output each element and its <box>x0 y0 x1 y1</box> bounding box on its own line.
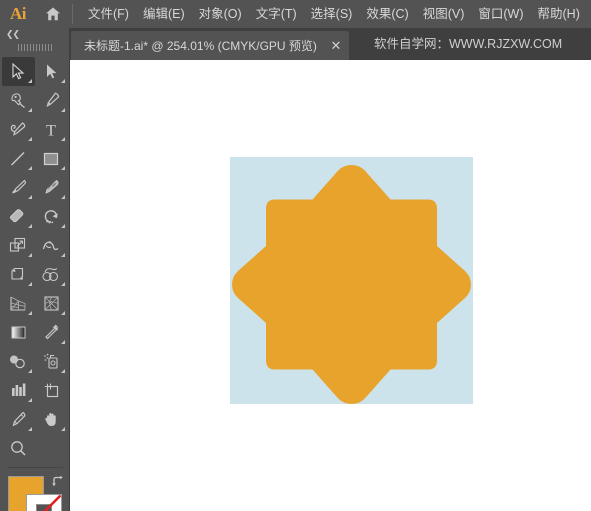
menu-effect[interactable]: 效果(C) <box>359 0 415 28</box>
gradient-tool[interactable] <box>2 318 35 347</box>
mesh-tool[interactable] <box>35 289 68 318</box>
home-icon[interactable] <box>36 0 70 28</box>
zoom-tool[interactable] <box>2 434 35 463</box>
paintbrush-tool[interactable] <box>2 173 35 202</box>
type-tool[interactable]: T <box>35 115 68 144</box>
symbol-sprayer-tool[interactable] <box>35 347 68 376</box>
tool-flyout-indicator <box>60 195 65 199</box>
tool-flyout-indicator <box>60 253 65 257</box>
tools-grid: T <box>0 57 69 463</box>
direct-selection-tool[interactable] <box>35 57 68 86</box>
tool-flyout-indicator <box>27 369 32 373</box>
menu-separator <box>72 4 73 24</box>
menu-window[interactable]: 窗口(W) <box>471 0 530 28</box>
tool-flyout-indicator <box>60 108 65 112</box>
menu-select[interactable]: 选择(S) <box>304 0 360 28</box>
tool-flyout-indicator <box>27 137 32 141</box>
menu-edit[interactable]: 编辑(E) <box>136 0 192 28</box>
menu-file[interactable]: 文件(F) <box>81 0 136 28</box>
tool-flyout-indicator <box>60 166 65 170</box>
tool-flyout-indicator <box>27 224 32 228</box>
menu-type[interactable]: 文字(T) <box>249 0 304 28</box>
line-segment-tool[interactable] <box>2 144 35 173</box>
document-tab-label: 未标题-1.ai* @ 254.01% (CMYK/GPU 预览) <box>84 39 317 53</box>
tool-flyout-indicator <box>60 369 65 373</box>
document-tab-bar: 未标题-1.ai* @ 254.01% (CMYK/GPU 预览) ✕ 软件自学… <box>0 28 591 60</box>
tools-panel: ❮❮ T <box>0 28 70 511</box>
tool-flyout-indicator <box>27 166 32 170</box>
tool-flyout-indicator <box>27 427 32 431</box>
stroke-color-swatch[interactable] <box>26 494 62 511</box>
fill-stroke-controls <box>0 472 70 511</box>
no-stroke-indicator <box>26 494 62 511</box>
pen-tool[interactable] <box>35 86 68 115</box>
menu-object[interactable]: 对象(O) <box>192 0 249 28</box>
tool-flyout-indicator <box>27 311 32 315</box>
shape-builder-tool[interactable] <box>35 260 68 289</box>
tool-flyout-indicator <box>27 398 32 402</box>
tool-flyout-indicator <box>60 79 65 83</box>
tool-flyout-indicator <box>60 427 65 431</box>
tool-flyout-indicator <box>60 282 65 286</box>
free-transform-tool[interactable] <box>2 260 35 289</box>
site-watermark: 软件自学网：WWW.RJZXW.COM <box>374 37 563 51</box>
tool-flyout-indicator <box>27 108 32 112</box>
tool-flyout-indicator <box>60 224 65 228</box>
menu-view[interactable]: 视图(V) <box>416 0 472 28</box>
hand-tool[interactable] <box>35 405 68 434</box>
tool-flyout-indicator <box>60 340 65 344</box>
slice-tool[interactable] <box>2 405 35 434</box>
document-tab[interactable]: 未标题-1.ai* @ 254.01% (CMYK/GPU 预览) ✕ <box>71 31 349 60</box>
magic-wand-tool[interactable] <box>2 86 35 115</box>
shaper-pencil-tool[interactable] <box>35 173 68 202</box>
scale-tool[interactable] <box>2 231 35 260</box>
illustrator-window: Ai 文件(F) 编辑(E) 对象(O) 文字(T) 选择(S) 效果(C) 视… <box>0 0 591 511</box>
curvature-tool[interactable] <box>2 115 35 144</box>
canvas-area[interactable] <box>70 60 591 511</box>
artboard-1[interactable] <box>230 157 473 404</box>
eraser-tool[interactable] <box>2 202 35 231</box>
column-graph-tool[interactable] <box>2 376 35 405</box>
menu-bar: Ai 文件(F) 编辑(E) 对象(O) 文字(T) 选择(S) 效果(C) 视… <box>0 0 591 28</box>
toolbar-divider <box>6 467 63 468</box>
tool-flyout-indicator <box>60 137 65 141</box>
menu-help[interactable]: 帮助(H) <box>531 0 587 28</box>
swap-fill-stroke-icon[interactable] <box>51 474 65 488</box>
tool-flyout-indicator <box>27 195 32 199</box>
close-icon[interactable]: ✕ <box>329 38 343 54</box>
rectangle-tool[interactable] <box>35 144 68 173</box>
tool-flyout-indicator <box>27 282 32 286</box>
svg-text:T: T <box>46 122 56 139</box>
panel-drag-grip[interactable] <box>0 41 69 54</box>
perspective-grid-tool[interactable] <box>2 289 35 318</box>
blend-tool[interactable] <box>2 347 35 376</box>
rounded-star-shape[interactable] <box>230 157 473 404</box>
eyedropper-tool[interactable] <box>35 318 68 347</box>
artboard-tool[interactable] <box>35 376 68 405</box>
width-warp-tool[interactable] <box>35 231 68 260</box>
selection-tool[interactable] <box>1 57 35 86</box>
tool-grid-empty <box>35 434 68 463</box>
tool-flyout-indicator <box>27 253 32 257</box>
collapse-panel-icon[interactable]: ❮❮ <box>0 28 69 41</box>
tool-flyout-indicator <box>60 311 65 315</box>
rotate-tool[interactable] <box>35 202 68 231</box>
ai-logo: Ai <box>10 4 27 23</box>
tool-flyout-indicator <box>27 79 32 83</box>
